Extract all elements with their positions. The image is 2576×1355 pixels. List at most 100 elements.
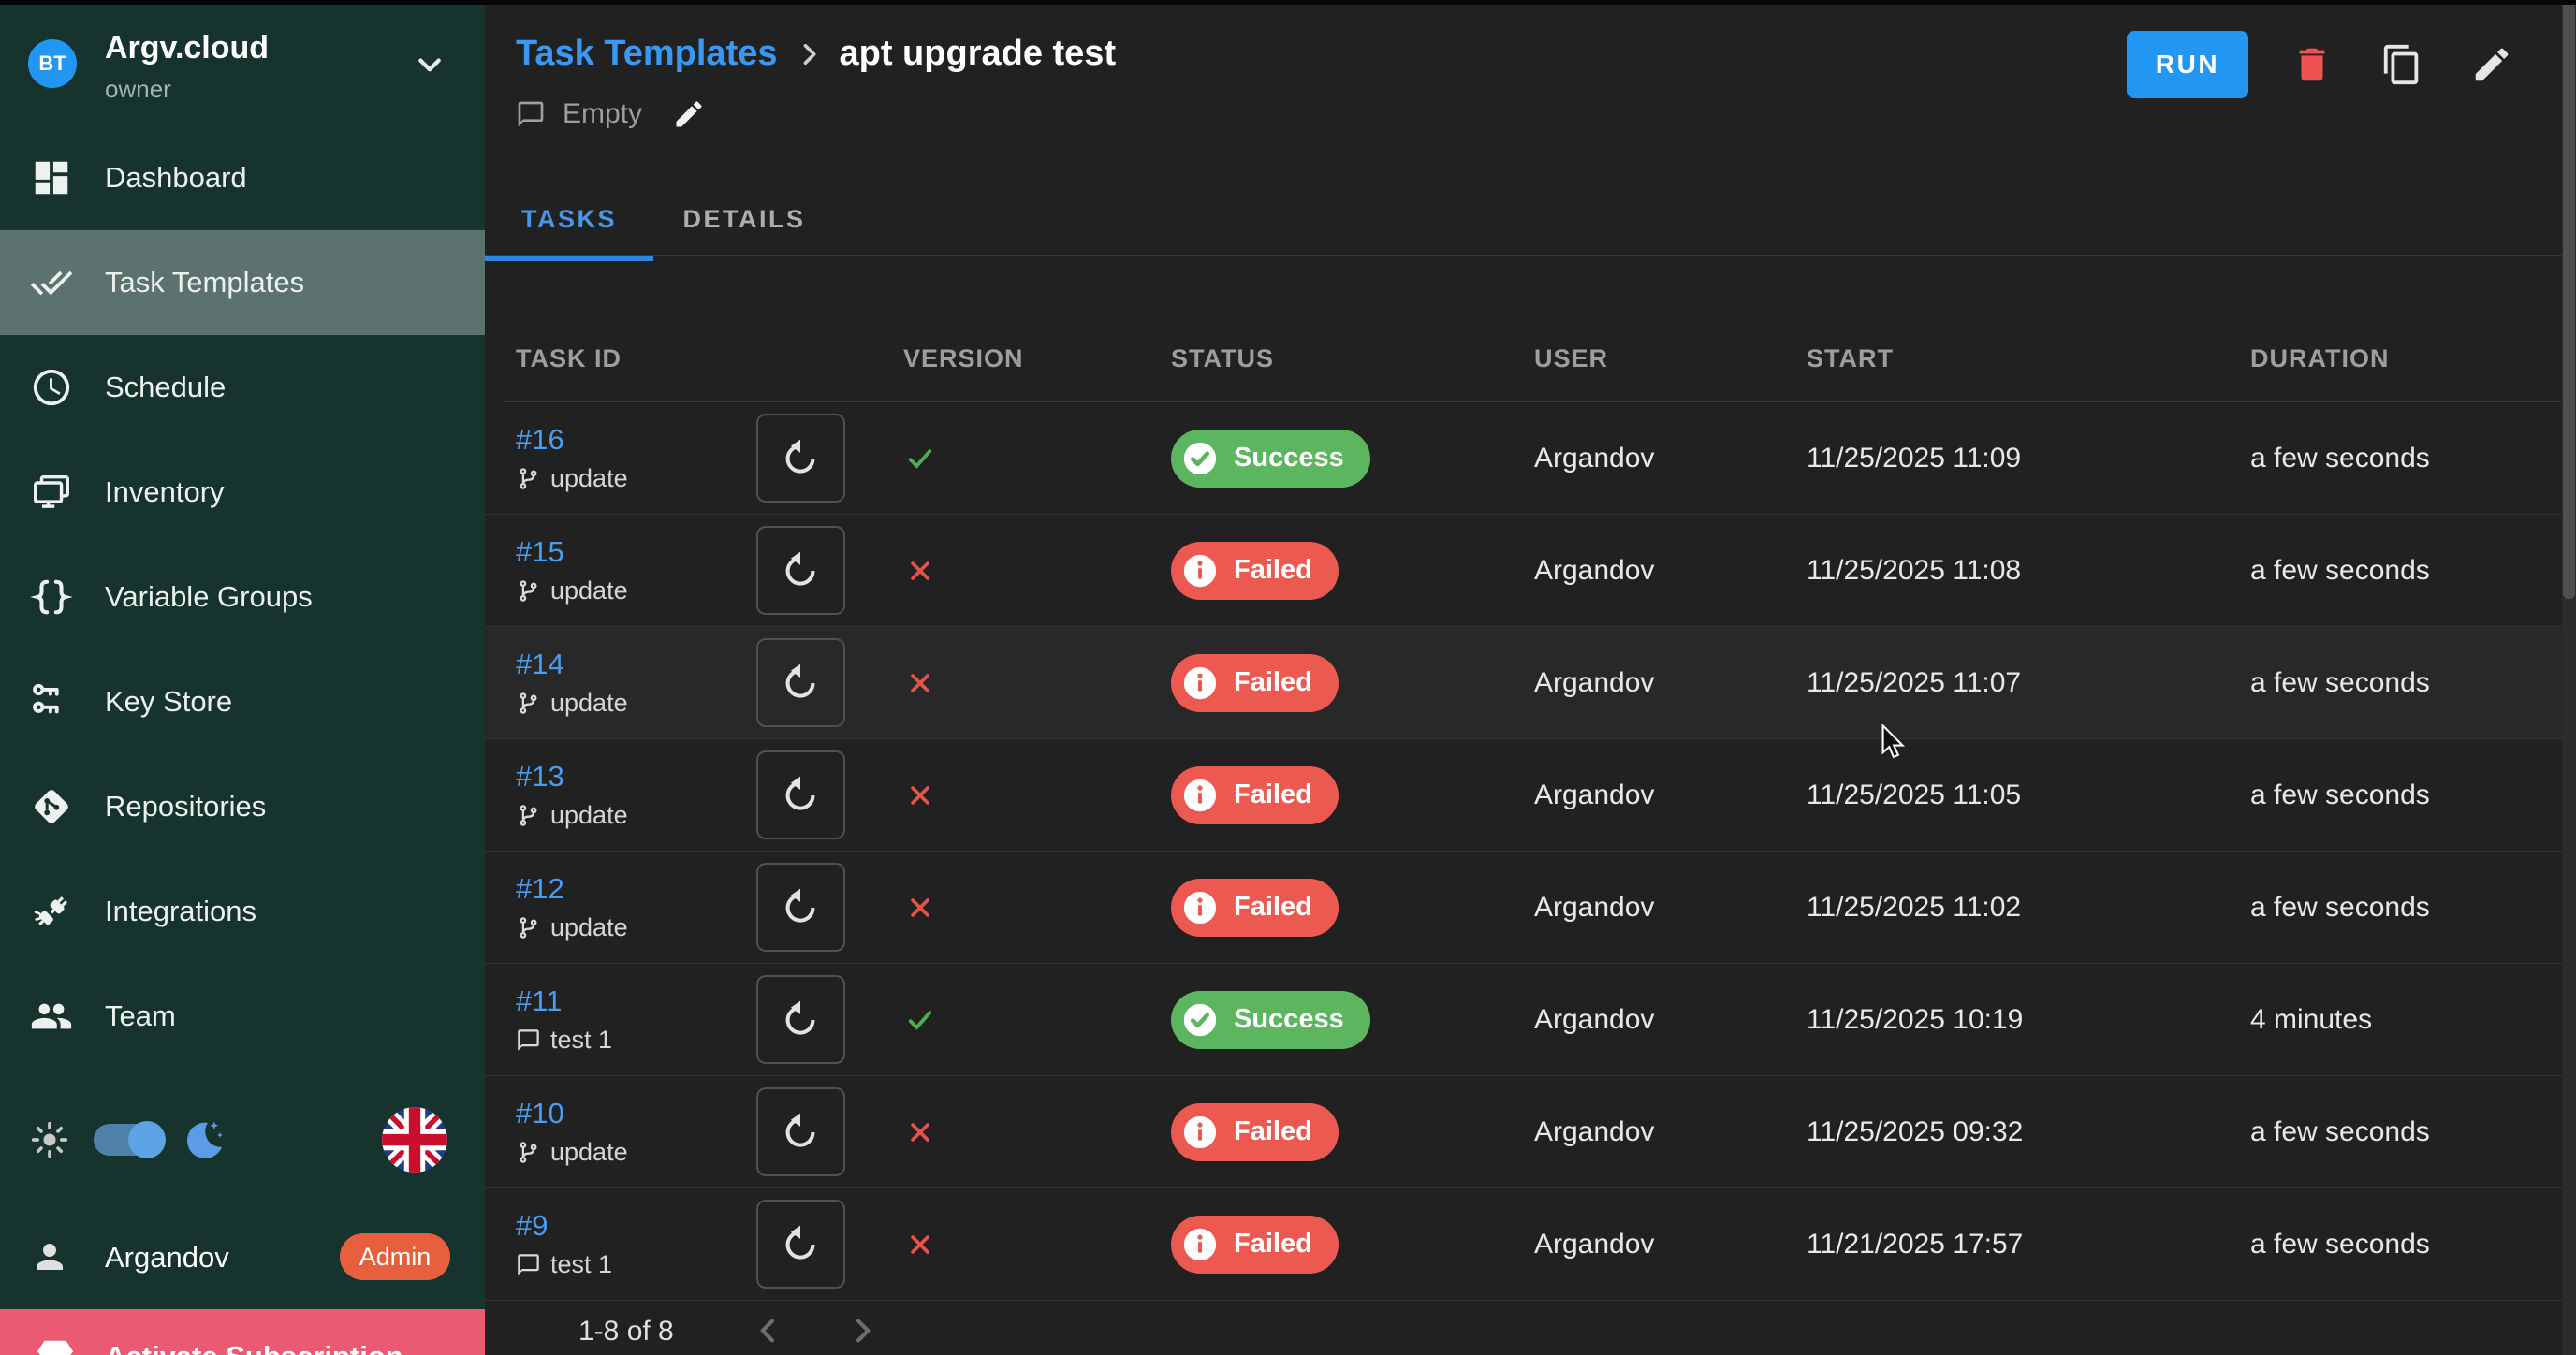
task-message: test 1: [550, 1026, 612, 1055]
restart-task-button[interactable]: [756, 526, 845, 615]
task-id-link[interactable]: #16: [516, 423, 564, 457]
team-icon: [30, 995, 73, 1038]
key-store-icon: [30, 680, 73, 723]
restart-icon: [779, 549, 822, 592]
sidebar-item-label: Dashboard: [105, 161, 247, 195]
restart-task-button[interactable]: [756, 863, 845, 952]
user-row[interactable]: Argandov Admin: [0, 1226, 485, 1288]
copy-template-button[interactable]: [2376, 38, 2428, 91]
task-id-link[interactable]: #9: [516, 1209, 548, 1243]
task-message: update: [550, 1138, 628, 1167]
failed-icon: [1180, 888, 1220, 927]
branch-icon: [516, 578, 541, 604]
restart-task-button[interactable]: [756, 1200, 845, 1289]
premium-gem-icon: [34, 1335, 77, 1355]
sidebar-item-inventory[interactable]: Inventory: [0, 440, 485, 545]
table-row[interactable]: #15 update Failed Argandov 11/25/2025 11…: [485, 515, 2576, 627]
edit-description-icon[interactable]: [672, 97, 706, 131]
breadcrumb: Task Templates apt upgrade test: [516, 34, 1116, 74]
chevron-left-icon: [751, 1313, 786, 1348]
task-templates-icon: [30, 261, 73, 304]
project-name: Argv.cloud: [105, 30, 269, 66]
scrollbar-thumb[interactable]: [2563, 0, 2575, 599]
failed-icon: [1180, 551, 1220, 590]
project-switcher[interactable]: BT Argv.cloud owner: [0, 0, 485, 131]
sidebar-item-dashboard[interactable]: Dashboard: [0, 125, 485, 230]
duration-cell: a few seconds: [2250, 515, 2430, 626]
sidebar-item-schedule[interactable]: Schedule: [0, 335, 485, 440]
user-cell: Argandov: [1534, 627, 1654, 738]
sidebar-nav: Dashboard Task Templates Schedule Invent…: [0, 125, 485, 1069]
col-version: VERSION: [903, 344, 1024, 373]
version-fail-icon: [902, 778, 938, 813]
restart-icon: [779, 998, 822, 1042]
table-row[interactable]: #9 test 1 Failed Argandov 11/21/2025 17:…: [485, 1188, 2576, 1301]
restart-task-button[interactable]: [756, 750, 845, 839]
task-id-link[interactable]: #10: [516, 1097, 564, 1130]
tab-details[interactable]: DETAILS: [653, 183, 835, 255]
delete-template-button[interactable]: [2286, 38, 2338, 91]
restart-task-button[interactable]: [756, 1087, 845, 1176]
table-row[interactable]: #11 test 1 Success Argandov 11/25/2025 1…: [485, 964, 2576, 1076]
task-message: update: [550, 689, 628, 718]
task-id-link[interactable]: #15: [516, 535, 564, 569]
task-id-link[interactable]: #13: [516, 760, 564, 794]
col-task-id: TASK ID: [516, 344, 622, 373]
restart-task-button[interactable]: [756, 638, 845, 727]
status-badge: Failed: [1171, 1103, 1339, 1161]
tab-label: DETAILS: [683, 205, 806, 234]
duration-cell: a few seconds: [2250, 852, 2430, 963]
dark-mode-icon: [180, 1116, 227, 1163]
version-fail-icon: [902, 1227, 938, 1262]
repositories-icon: [30, 785, 73, 828]
language-flag-uk[interactable]: [381, 1106, 448, 1173]
table-row[interactable]: #14 update Failed Argandov 11/25/2025 11…: [485, 627, 2576, 739]
project-role: owner: [105, 75, 171, 104]
task-id-link[interactable]: #14: [516, 648, 564, 681]
restart-task-button[interactable]: [756, 975, 845, 1064]
col-user: USER: [1534, 344, 1608, 373]
sidebar-item-team[interactable]: Team: [0, 964, 485, 1069]
pagination-next-button[interactable]: [839, 1308, 886, 1355]
sidebar-item-integrations[interactable]: Integrations: [0, 859, 485, 964]
pagination-prev-button[interactable]: [745, 1308, 792, 1355]
user-cell: Argandov: [1534, 515, 1654, 626]
table-row[interactable]: #13 update Failed Argandov 11/25/2025 11…: [485, 739, 2576, 852]
branch-icon: [516, 466, 541, 491]
start-cell: 11/25/2025 11:09: [1807, 402, 2021, 514]
failed-icon: [1180, 1225, 1220, 1264]
sidebar-item-label: Repositories: [105, 790, 266, 823]
version-ok-icon: [902, 1002, 938, 1038]
comment-icon: [516, 1252, 541, 1277]
scrollbar-track[interactable]: [2562, 0, 2576, 1355]
sidebar-item-variable-groups[interactable]: Variable Groups: [0, 545, 485, 649]
run-button[interactable]: RUN: [2127, 31, 2248, 98]
task-message: test 1: [550, 1250, 612, 1279]
description-text: Empty: [563, 98, 642, 130]
table-row[interactable]: #12 update Failed Argandov 11/25/2025 11…: [485, 852, 2576, 964]
sidebar-item-task-templates[interactable]: Task Templates: [0, 230, 485, 335]
status-badge: Success: [1171, 430, 1370, 488]
edit-template-button[interactable]: [2466, 38, 2518, 91]
tab-tasks[interactable]: TASKS: [485, 183, 653, 255]
sidebar-item-label: Task Templates: [105, 266, 304, 299]
breadcrumb-parent-link[interactable]: Task Templates: [516, 34, 778, 74]
sidebar-item-repositories[interactable]: Repositories: [0, 754, 485, 859]
status-badge: Failed: [1171, 1216, 1339, 1274]
start-cell: 11/25/2025 10:19: [1807, 964, 2023, 1075]
table-row[interactable]: #10 update Failed Argandov 11/25/2025 09…: [485, 1076, 2576, 1188]
sidebar-item-key-store[interactable]: Key Store: [0, 649, 485, 754]
activate-subscription-banner[interactable]: Activate Subscription: [0, 1309, 485, 1355]
comment-icon: [516, 1027, 541, 1053]
table-row[interactable]: #16 update Success Argandov 11/25/2025 1…: [485, 402, 2576, 515]
task-id-link[interactable]: #12: [516, 872, 564, 906]
version-fail-icon: [902, 890, 938, 925]
window-top-edge: [0, 0, 2576, 5]
chevron-right-icon: [793, 38, 825, 70]
branch-icon: [516, 691, 541, 716]
chevron-right-icon: [844, 1313, 880, 1348]
restart-task-button[interactable]: [756, 414, 845, 503]
task-id-link[interactable]: #11: [516, 984, 562, 1018]
variable-groups-icon: [30, 576, 73, 619]
theme-toggle[interactable]: [94, 1124, 163, 1156]
